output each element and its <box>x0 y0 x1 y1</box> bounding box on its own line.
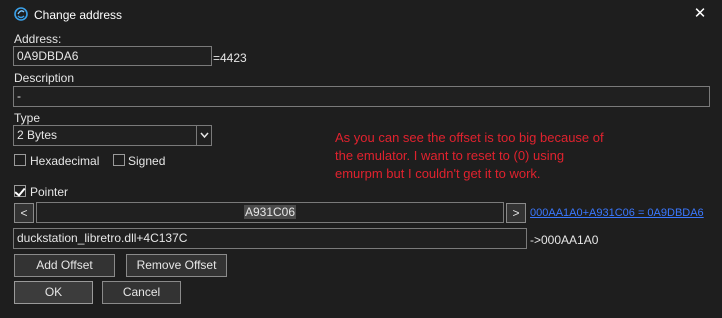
window-title: Change address <box>34 8 123 22</box>
type-label: Type <box>14 111 41 125</box>
description-label: Description <box>14 71 75 85</box>
chevron-down-icon[interactable] <box>196 126 211 145</box>
checkmark-icon <box>14 185 26 197</box>
signed-label: Signed <box>128 154 166 168</box>
add-offset-button[interactable]: Add Offset <box>14 254 115 277</box>
pointer-checkbox[interactable] <box>14 185 26 197</box>
hexadecimal-checkbox[interactable] <box>14 154 26 166</box>
annotation-note: As you can see the offset is too big bec… <box>335 129 604 183</box>
offset-value: A931C06 <box>243 205 297 219</box>
annotation-line: As you can see the offset is too big bec… <box>335 130 604 145</box>
offset-next-button[interactable]: > <box>506 203 526 223</box>
description-field[interactable]: - <box>13 86 710 107</box>
pointer-calculation-link[interactable]: 000AA1A0+A931C06 = 0A9DBDA6 <box>530 207 704 219</box>
offset-prev-button[interactable]: < <box>14 203 34 223</box>
address-field[interactable]: 0A9DBDA6 <box>13 46 212 66</box>
remove-offset-button[interactable]: Remove Offset <box>126 254 227 277</box>
close-icon[interactable]: ✕ <box>692 5 708 23</box>
address-value-readout: =4423 <box>213 51 247 65</box>
pointer-label: Pointer <box>30 185 69 199</box>
address-label: Address: <box>14 32 62 46</box>
cheat-engine-icon <box>14 7 28 21</box>
hexadecimal-label: Hexadecimal <box>30 154 100 168</box>
annotation-line: the emulator. I want to reset to (0) usi… <box>335 148 565 163</box>
ok-button[interactable]: OK <box>14 281 93 304</box>
cancel-button[interactable]: Cancel <box>102 281 181 304</box>
signed-checkbox[interactable] <box>113 154 125 166</box>
annotation-line: emurpm but I couldn't get it to work. <box>335 166 541 181</box>
type-selected-value: 2 Bytes <box>17 128 58 142</box>
base-address-field[interactable]: duckstation_libretro.dll+4C137C <box>13 228 527 249</box>
offset-field[interactable]: A931C06 <box>36 202 504 223</box>
base-address-result: ->000AA1A0 <box>530 233 599 247</box>
type-select[interactable]: 2 Bytes <box>13 125 212 146</box>
